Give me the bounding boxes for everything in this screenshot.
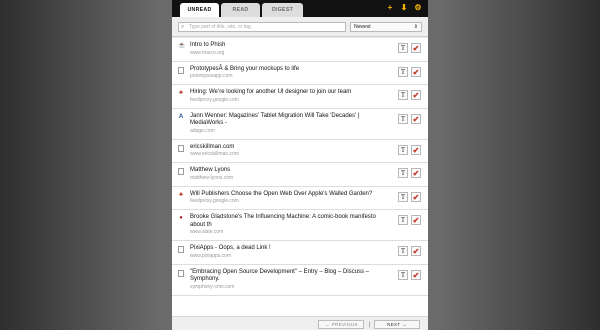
item-url: feedproxy.google.com <box>190 96 239 103</box>
text-view-button[interactable]: T <box>398 168 408 178</box>
chevron-down-icon: ⇕ <box>413 23 418 30</box>
article-list: ☕ Intro to Phish www.marco.org T ✔ Proto… <box>172 37 428 296</box>
mark-read-button[interactable]: ✔ <box>411 90 421 100</box>
item-url: www.ericskillman.com <box>190 151 239 157</box>
text-view-button[interactable]: T <box>398 43 408 53</box>
list-item[interactable]: ☕ Intro to Phish www.marco.org T ✔ <box>172 38 428 62</box>
mark-read-button[interactable]: ✔ <box>411 66 421 77</box>
header-icons: + ⬇ ⚙ <box>386 4 422 12</box>
top-bar: UNREAD READ DIGEST + ⬇ ⚙ <box>172 0 428 17</box>
item-url: adage.com <box>190 127 215 134</box>
gear-icon[interactable]: ⚙ <box>414 4 422 12</box>
previous-button[interactable]: ← PREVIOUS <box>318 320 365 329</box>
next-button[interactable]: NEXT → <box>374 320 420 329</box>
sort-select[interactable]: Newest ⇕ <box>350 21 422 32</box>
search-icon: ⌕ <box>181 23 185 30</box>
pager-bar: ← PREVIOUS | NEXT → <box>172 316 428 330</box>
list-item[interactable]: "Embracing Open Source Development" – En… <box>172 265 428 296</box>
list-item[interactable]: PrototypesÂ & Bring your mockups to life… <box>172 62 428 85</box>
text-view-button[interactable]: T <box>398 215 408 225</box>
item-url: prototypesapp.com <box>190 73 233 79</box>
mark-read-button[interactable]: ✔ <box>411 246 421 256</box>
sort-selected: Newest <box>354 23 371 30</box>
page-icon <box>178 66 184 74</box>
text-view-button[interactable]: T <box>398 144 408 155</box>
text-view-button[interactable]: T <box>398 269 408 280</box>
page-icon <box>178 168 184 175</box>
app-panel: UNREAD READ DIGEST + ⬇ ⚙ ⌕ Type part of … <box>172 0 428 330</box>
list-item[interactable]: Matthew Lyons matthew-lyons.com T ✔ <box>172 163 428 187</box>
mark-read-button[interactable]: ✔ <box>411 191 421 202</box>
list-item[interactable]: ericskillman.com www.ericskillman.com T … <box>172 140 428 163</box>
item-title[interactable]: Brooke Gladstone's The Influencing Machi… <box>190 214 388 229</box>
item-actions: T ✔ <box>398 215 421 225</box>
feed-icon: ♣ <box>179 90 183 96</box>
page-icon <box>178 144 184 152</box>
add-icon[interactable]: + <box>386 4 394 12</box>
item-url: www.slate.com <box>190 229 224 235</box>
item-url: www.pixiapps.com <box>190 252 232 259</box>
text-view-button[interactable]: T <box>398 246 408 256</box>
list-item[interactable]: ♣ Will Publishers Choose the Open Web Ov… <box>172 187 428 210</box>
mark-read-button[interactable]: ✔ <box>411 43 421 53</box>
item-title[interactable]: "Embracing Open Source Development" – En… <box>190 269 388 284</box>
slate-icon: ● <box>179 215 183 221</box>
item-actions: T ✔ <box>398 168 421 178</box>
item-actions: T ✔ <box>398 269 421 280</box>
mark-read-button[interactable]: ✔ <box>411 144 421 155</box>
text-view-button[interactable]: T <box>398 113 408 124</box>
mark-read-button[interactable]: ✔ <box>411 113 421 124</box>
item-title[interactable]: Jann Wenner: Magazines' Tablet Migration… <box>190 113 388 128</box>
mark-read-button[interactable]: ✔ <box>411 269 421 280</box>
tab-bar: UNREAD READ DIGEST <box>180 3 303 17</box>
page-icon <box>178 246 184 253</box>
feed-icon: ♣ <box>179 191 183 198</box>
item-url: matthew-lyons.com <box>190 174 234 181</box>
text-view-button[interactable]: T <box>398 90 408 100</box>
list-item[interactable]: A Jann Wenner: Magazines' Tablet Migrati… <box>172 109 428 140</box>
page-icon <box>178 269 184 277</box>
search-placeholder: Type part of title, site, or tag <box>189 23 251 30</box>
pager: ← PREVIOUS | NEXT → <box>318 320 420 329</box>
list-item[interactable]: ♣ Hiring: We’re looking for another UI d… <box>172 85 428 109</box>
item-actions: T ✔ <box>398 66 421 77</box>
mark-read-button[interactable]: ✔ <box>411 215 421 225</box>
item-title[interactable]: Will Publishers Choose the Open Web Over… <box>190 191 388 199</box>
download-icon[interactable]: ⬇ <box>400 4 408 12</box>
item-url: symphony-cms.com <box>190 283 235 290</box>
pager-separator: | <box>368 321 370 328</box>
item-actions: T ✔ <box>398 191 421 202</box>
tab-digest[interactable]: DIGEST <box>262 3 303 17</box>
item-title[interactable]: Intro to Phish <box>190 42 388 50</box>
mark-read-button[interactable]: ✔ <box>411 168 421 178</box>
text-view-button[interactable]: T <box>398 66 408 77</box>
item-title[interactable]: PixiApps - Oops, a dead Link ! <box>190 245 388 253</box>
item-title[interactable]: Hiring: We’re looking for another UI des… <box>190 89 388 97</box>
item-url: feedproxy.google.com <box>190 198 239 204</box>
tab-unread[interactable]: UNREAD <box>180 3 219 17</box>
item-actions: T ✔ <box>398 246 421 256</box>
item-actions: T ✔ <box>398 90 421 100</box>
item-title[interactable]: PrototypesÂ & Bring your mockups to life <box>190 66 388 74</box>
list-item[interactable]: ● Brooke Gladstone's The Influencing Mac… <box>172 210 428 241</box>
item-url: www.marco.org <box>190 49 225 56</box>
list-item[interactable]: PixiApps - Oops, a dead Link ! www.pixia… <box>172 241 428 265</box>
item-actions: T ✔ <box>398 43 421 53</box>
search-row: ⌕ Type part of title, site, or tag Newes… <box>172 17 428 37</box>
coffee-icon: ☕ <box>178 43 186 49</box>
item-title[interactable]: Matthew Lyons <box>190 167 388 175</box>
adage-icon: A <box>178 113 184 120</box>
text-view-button[interactable]: T <box>398 191 408 202</box>
item-actions: T ✔ <box>398 113 421 124</box>
search-input[interactable]: ⌕ Type part of title, site, or tag <box>178 21 346 32</box>
item-title[interactable]: ericskillman.com <box>190 144 388 152</box>
item-actions: T ✔ <box>398 144 421 155</box>
tab-read[interactable]: READ <box>221 3 260 17</box>
